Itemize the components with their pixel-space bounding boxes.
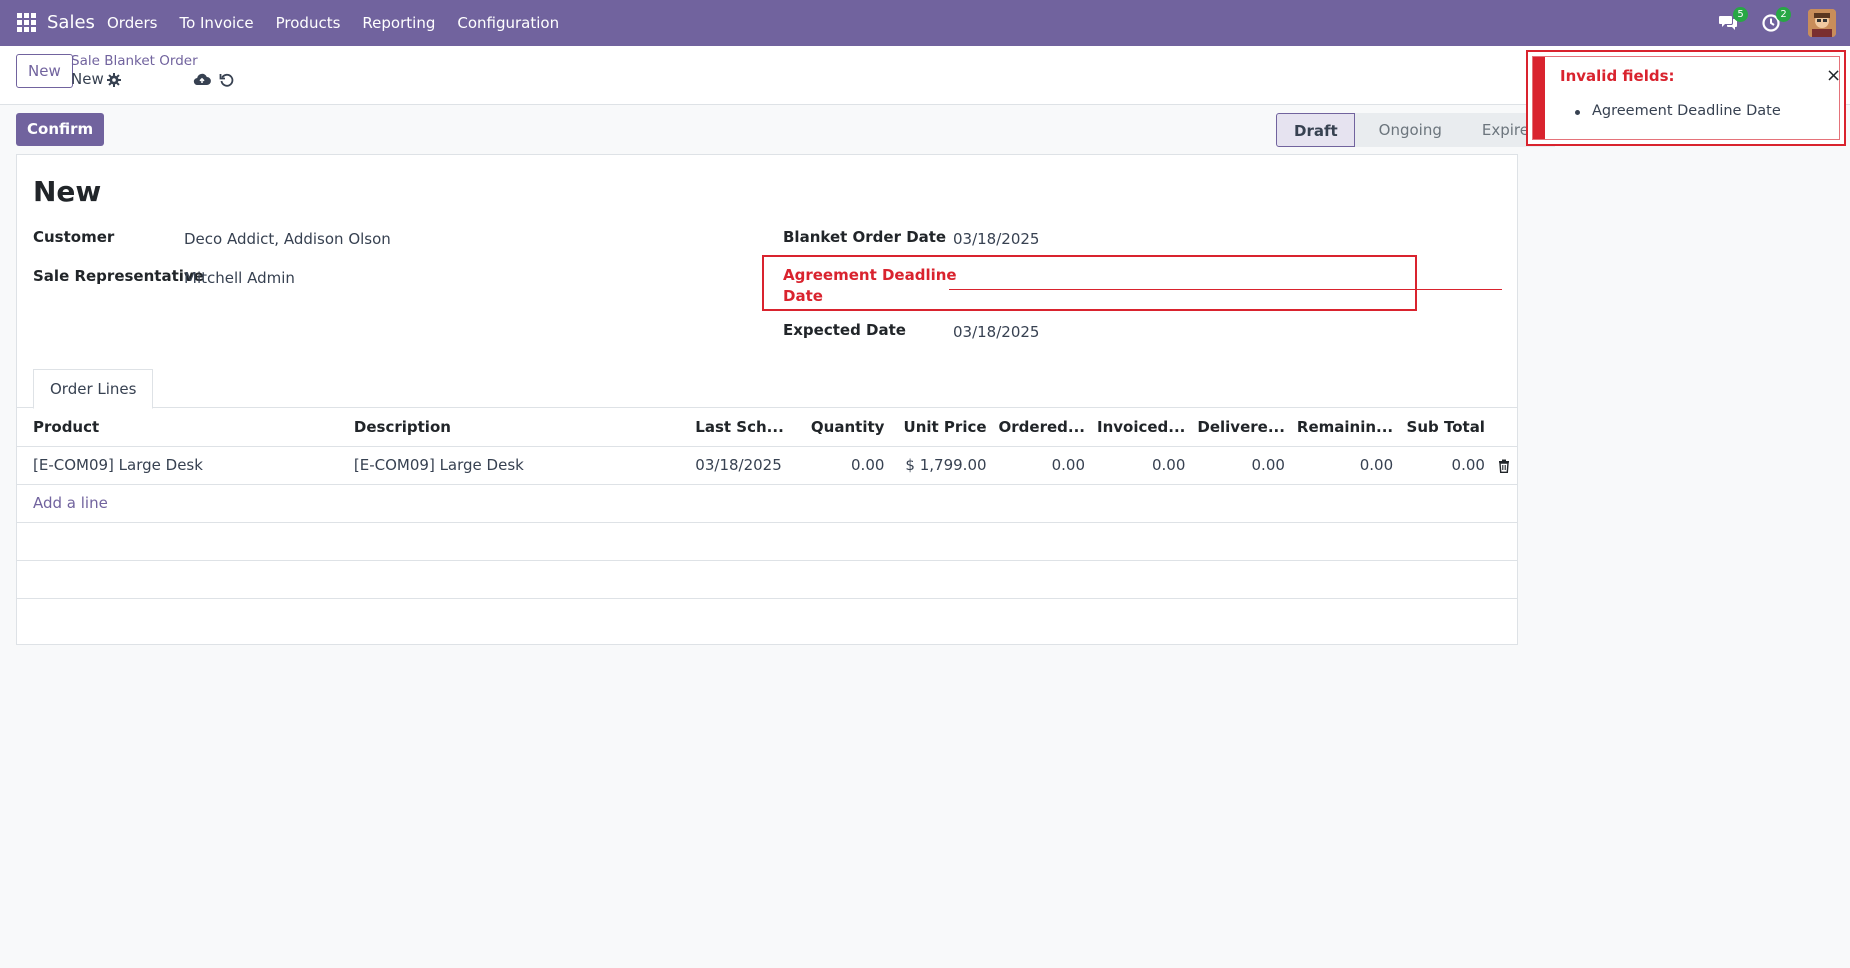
col-last-scheduled[interactable]: Last Sch... [689,408,799,447]
col-unit-price[interactable]: Unit Price [890,408,993,447]
customer-label: Customer [33,228,115,246]
breadcrumb-parent[interactable]: Sale Blanket Order [71,53,198,69]
empty-row [17,560,1517,599]
add-line-link[interactable]: Add a line [33,494,108,512]
app-brand[interactable]: Sales [47,12,95,33]
col-product[interactable]: Product [17,408,348,447]
tab-order-lines[interactable]: Order Lines [33,369,154,409]
cell-invoiced: 0.00 [1091,446,1192,485]
menu-item-reporting[interactable]: Reporting [351,0,446,46]
col-invoiced[interactable]: Invoiced... [1091,408,1192,447]
deadline-label-line1: Agreement Deadline [783,266,957,284]
cell-delivered: 0.00 [1191,446,1291,485]
notification-item: Agreement Deadline Date [1592,103,1781,119]
col-ordered[interactable]: Ordered... [992,408,1091,447]
top-navbar: Sales Orders To Invoice Products Reporti… [0,0,1850,46]
order-date-field[interactable]: 03/18/2025 [953,230,1039,248]
col-description[interactable]: Description [347,408,690,447]
notebook-tabs: Order Lines [17,369,1517,409]
deadline-label-line2: Date [783,287,823,305]
cell-last-scheduled[interactable]: 03/18/2025 [689,446,799,485]
new-button[interactable]: New [16,54,73,88]
stage-draft[interactable]: Draft [1276,113,1355,147]
col-remaining[interactable]: Remainin... [1290,408,1400,447]
activities-badge: 2 [1776,7,1791,22]
col-quantity[interactable]: Quantity [798,408,891,447]
messages-button[interactable]: 5 [1718,7,1748,36]
cell-product[interactable]: [E-COM09] Large Desk [17,446,348,485]
menu-item-to-invoice[interactable]: To Invoice [168,0,264,46]
stage-ongoing[interactable]: Ongoing [1354,113,1458,147]
col-actions [1490,408,1517,447]
expected-date-label: Expected Date [783,321,906,339]
cell-description[interactable]: [E-COM09] Large Desk [347,446,690,485]
col-delivered[interactable]: Delivere... [1191,408,1291,447]
menu-item-orders[interactable]: Orders [96,0,168,46]
activities-button[interactable]: 2 [1761,7,1791,36]
trash-icon[interactable] [1497,459,1511,473]
col-subtotal[interactable]: Sub Total [1399,408,1491,447]
menu-item-configuration[interactable]: Configuration [446,0,570,46]
messages-badge: 5 [1733,7,1748,22]
save-cloud-icon[interactable] [193,72,211,88]
notification-title: Invalid fields: [1560,67,1675,85]
apps-menu-icon[interactable] [17,13,36,32]
deadline-date-input[interactable] [949,289,1502,290]
cell-subtotal: 0.00 [1399,446,1491,485]
gear-icon[interactable] [107,73,121,87]
menu-item-products[interactable]: Products [265,0,352,46]
close-icon[interactable]: × [1826,65,1841,86]
table-header-row: Product Description Last Sch... Quantity… [17,408,1517,447]
bullet-icon [1575,110,1580,115]
deadline-label: Agreement Deadline Date [783,265,957,307]
confirm-button[interactable]: Confirm [16,113,105,146]
cell-quantity[interactable]: 0.00 [798,446,891,485]
table-row[interactable]: [E-COM09] Large Desk [E-COM09] Large Des… [17,446,1517,485]
cell-delete[interactable] [1490,446,1517,485]
salesrep-label: Sale Representative [33,267,204,285]
user-avatar[interactable] [1808,9,1836,37]
record-title: New [33,175,102,208]
cell-remaining: 0.00 [1290,446,1400,485]
breadcrumb-current: New [71,70,104,88]
add-line-row: Add a line [17,484,1517,523]
form-sheet: New Customer Deco Addict, Addison Olson … [16,154,1518,645]
order-lines-table: Product Description Last Sch... Quantity… [17,408,1517,599]
empty-row [17,522,1517,561]
notification-body: Invalid fields: Agreement Deadline Date … [1532,56,1841,140]
order-date-label: Blanket Order Date [783,228,947,246]
cell-unit-price[interactable]: $ 1,799.00 [890,446,993,485]
salesrep-field[interactable]: Mitchell Admin [184,269,295,287]
discard-undo-icon[interactable] [219,72,235,88]
expected-date-field[interactable]: 03/18/2025 [953,323,1039,341]
notification-danger-bar [1533,57,1545,139]
main-menu: Orders To Invoice Products Reporting Con… [96,0,570,46]
status-bar: Draft Ongoing Expired [1276,113,1555,147]
cell-ordered: 0.00 [992,446,1091,485]
invalid-fields-notification: Invalid fields: Agreement Deadline Date … [1526,50,1846,146]
customer-field[interactable]: Deco Addict, Addison Olson [184,230,391,248]
